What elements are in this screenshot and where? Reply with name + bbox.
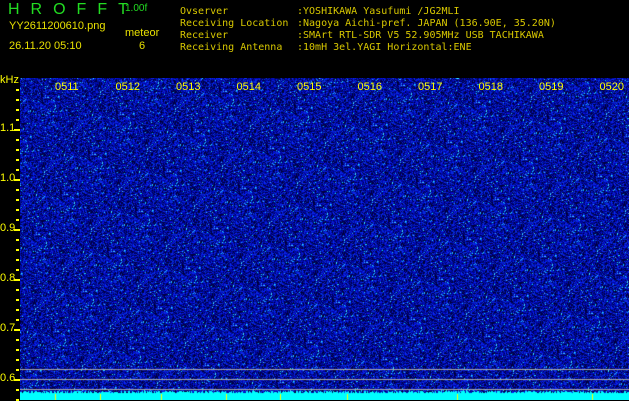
y-tick-mark	[16, 109, 19, 111]
y-tick-mark	[16, 199, 19, 201]
info-value-antenna: :10mH 3el.YAGI Horizontal:ENE	[297, 42, 472, 53]
y-tick-label: 0.7	[0, 322, 16, 334]
y-tick-label: 1.0	[0, 172, 16, 184]
y-tick-mark	[16, 359, 19, 361]
info-value-observer: :YOSHIKAWA Yasufumi /JG2MLI	[297, 6, 460, 17]
time-label: 0513	[176, 81, 201, 93]
y-tick-label: 0.8	[0, 272, 16, 284]
time-label: 0520	[599, 81, 624, 93]
y-tick-mark	[16, 249, 19, 251]
y-tick-mark	[16, 99, 19, 101]
time-label: 0515	[297, 81, 322, 93]
y-tick-mark	[16, 209, 19, 211]
time-label: 0519	[539, 81, 564, 93]
y-tick-mark	[14, 279, 20, 281]
y-tick-mark	[16, 169, 19, 171]
time-label: 0512	[115, 81, 140, 93]
meteor-label: meteor	[125, 27, 160, 39]
y-tick-mark	[16, 389, 19, 391]
y-tick-label: 0.6	[0, 372, 16, 384]
y-tick-mark	[14, 179, 20, 181]
y-tick-mark	[16, 289, 19, 291]
filename: YY2611200610.png	[9, 20, 106, 32]
y-tick-mark	[14, 329, 20, 331]
meteor-count: 6	[139, 40, 146, 52]
info-label-receiver: Receiver	[180, 30, 229, 41]
time-label: 0516	[357, 81, 382, 93]
info-label-observer: Ovserver	[180, 6, 229, 17]
y-axis-unit: kHz	[0, 74, 19, 86]
version: 1.00f	[125, 3, 148, 14]
y-tick-mark	[14, 379, 20, 381]
y-tick-mark	[16, 349, 19, 351]
spectrogram-canvas	[20, 78, 629, 400]
info-value-receiver: :SMArt RTL-SDR V5 52.905MHz USB TACHIKAW…	[297, 30, 544, 41]
info-value-location: :Nagoya Aichi-pref. JAPAN (136.90E, 35.2…	[297, 18, 556, 29]
y-tick-mark	[16, 149, 19, 151]
spectrogram	[20, 78, 629, 400]
time-label: 0514	[236, 81, 261, 93]
y-tick-mark	[16, 299, 19, 301]
app-title: HROFFT	[8, 1, 139, 18]
y-tick-mark	[16, 119, 19, 121]
y-tick-mark	[14, 229, 20, 231]
time-label: 0518	[478, 81, 503, 93]
y-tick-mark	[16, 219, 19, 221]
time-label: 0517	[418, 81, 443, 93]
y-tick-mark	[16, 369, 19, 371]
datetime: 26.11.20 05:10	[9, 40, 82, 52]
y-tick-mark	[16, 269, 19, 271]
time-label: 0511	[55, 81, 79, 93]
y-tick-mark	[16, 189, 19, 191]
y-tick-label: 1.1	[0, 122, 16, 134]
y-tick-mark	[16, 159, 19, 161]
info-label-location: Receiving Location	[180, 18, 289, 29]
y-tick-mark	[16, 309, 19, 311]
y-tick-mark	[16, 319, 19, 321]
info-label-antenna: Receiving Antenna	[180, 42, 283, 53]
y-tick-mark	[14, 129, 20, 131]
y-tick-mark	[16, 89, 19, 91]
y-tick-mark	[16, 139, 19, 141]
y-tick-mark	[16, 239, 19, 241]
y-tick-label: 0.9	[0, 222, 16, 234]
y-tick-mark	[16, 259, 19, 261]
y-tick-mark	[16, 339, 19, 341]
